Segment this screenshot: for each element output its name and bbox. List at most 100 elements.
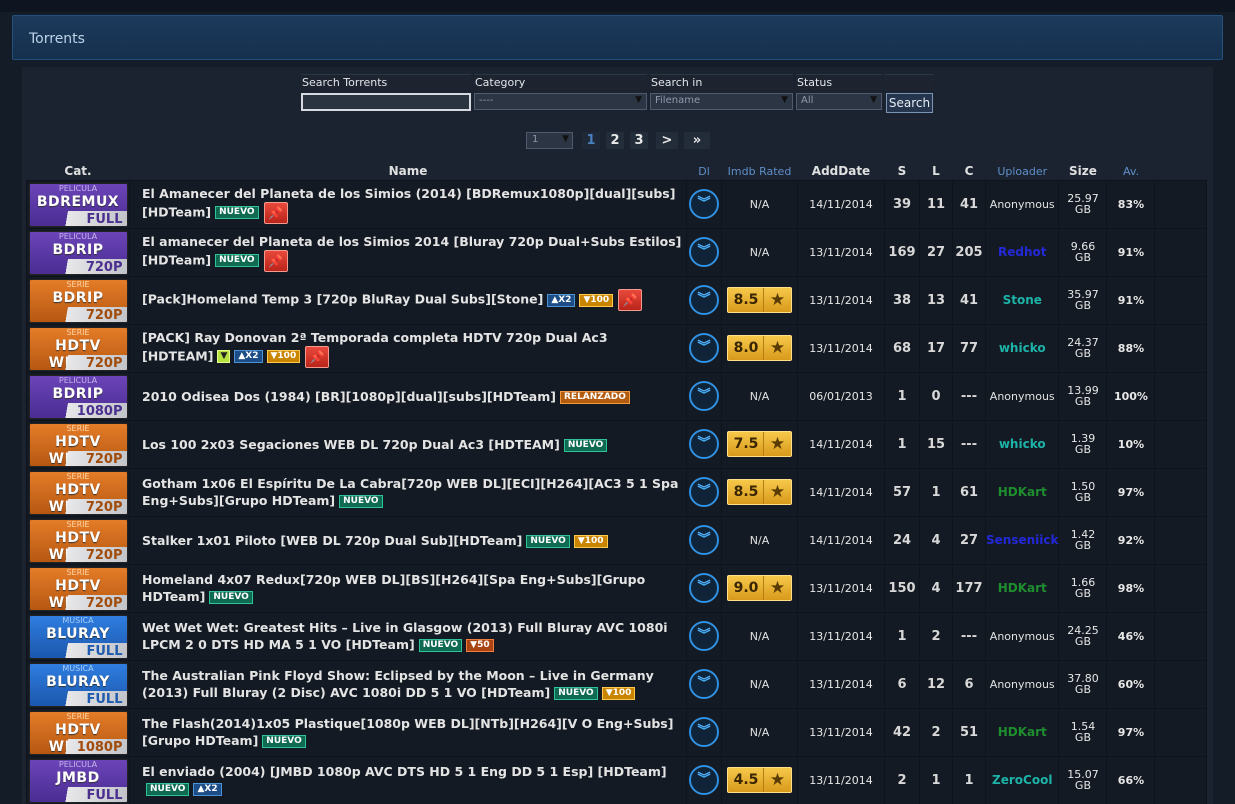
table-row: SERIEHDTV WEBDL720P [PACK] Ray Donovan 2ª…: [26, 323, 1208, 373]
torrent-name-link[interactable]: [Pack]Homeland Temp 3 [720p BluRay Dual …: [142, 292, 543, 307]
name-cell: Stalker 1x01 Piloto [WEB DL 720p Dual Su…: [129, 515, 687, 565]
size-unit: GB: [1074, 443, 1091, 456]
uploader-link[interactable]: HDKart: [998, 725, 1047, 739]
pushpin-icon[interactable]: 📌: [263, 201, 288, 224]
uploader-link[interactable]: Redhot: [998, 245, 1047, 259]
category-badge[interactable]: SERIEHDTV WEBDL720P: [28, 567, 128, 611]
col-dl[interactable]: Dl: [687, 160, 722, 180]
category-badge[interactable]: MUSICA BLURAY FULL: [28, 615, 128, 659]
category-badge[interactable]: SERIEHDTV WEBDL720P: [28, 423, 128, 467]
name-cell: El Amanecer del Planeta de los Simios (2…: [129, 179, 687, 229]
torrent-name-link[interactable]: El enviado (2004) [JMBD 1080p AVC DTS HD…: [142, 764, 667, 779]
date-cell: 13/11/2014: [797, 755, 885, 804]
pushpin-icon[interactable]: 📌: [618, 289, 643, 311]
col-name[interactable]: Name: [130, 160, 687, 180]
cat-cell: SERIEHDTV WEBDL720P: [26, 467, 130, 517]
category-badge[interactable]: PELICULA JMBD FULL: [28, 759, 128, 803]
page-link-current[interactable]: 1: [582, 132, 600, 149]
star-icon: ★: [763, 336, 791, 360]
col-uploader[interactable]: Uploader: [986, 160, 1059, 180]
col-c[interactable]: C: [953, 160, 986, 180]
torrent-name-link[interactable]: [PACK] Ray Donovan 2ª Temporada completa…: [142, 330, 608, 364]
category-badge[interactable]: SERIEHDTV WEBDL720P: [28, 327, 128, 371]
uploader-link[interactable]: whicko: [999, 341, 1046, 355]
col-av[interactable]: Av.: [1107, 160, 1155, 180]
page-link[interactable]: 3: [630, 132, 648, 149]
uploader-cell: Anonymous: [984, 659, 1060, 709]
searchin-select[interactable]: Filename ▼: [650, 93, 793, 110]
category-format: HDTV WEBDL: [49, 338, 107, 370]
download-icon[interactable]: ︾: [689, 765, 719, 795]
torrent-name-link[interactable]: Gotham 1x06 El Espíritu De La Cabra[720p…: [142, 476, 678, 508]
category-badge[interactable]: PELICULA BDREMUX FULL: [28, 183, 128, 227]
category-select[interactable]: ---- ▼: [474, 93, 647, 110]
extra-cell: [1154, 611, 1208, 661]
uploader-link[interactable]: whicko: [999, 437, 1046, 451]
download-icon[interactable]: ︾: [689, 429, 719, 459]
availability-cell: 46%: [1106, 611, 1156, 661]
imdb-cell: 4.5 ★: [721, 755, 798, 804]
uploader-link[interactable]: Anonymous: [990, 678, 1055, 691]
page-select[interactable]: 1 ▼: [526, 132, 573, 149]
uploader-link[interactable]: Anonymous: [990, 630, 1055, 643]
search-button[interactable]: Search: [886, 93, 933, 113]
col-date[interactable]: AddDate: [798, 160, 885, 180]
uploader-link[interactable]: Senseniick: [986, 533, 1058, 547]
imdb-cell: 8.5 ★: [721, 275, 798, 325]
page-next[interactable]: >: [656, 132, 678, 149]
torrent-name-link[interactable]: Wet Wet Wet: Greatest Hits – Live in Gla…: [142, 620, 668, 652]
category-badge[interactable]: SERIEHDTV WEBDL1080P: [28, 711, 128, 755]
leechers-cell: 1: [919, 467, 953, 517]
torrent-name-link[interactable]: Los 100 2x03 Segaciones WEB DL 720p Dual…: [142, 437, 560, 452]
col-cat[interactable]: Cat.: [27, 160, 130, 180]
download-icon[interactable]: ︾: [689, 333, 719, 363]
download-icon[interactable]: ︾: [689, 381, 719, 411]
category-badge[interactable]: SERIEHDTV WEBDL720P: [28, 519, 128, 563]
download-icon[interactable]: ︾: [689, 573, 719, 603]
name-cell: 2010 Odisea Dos (1984) [BR][1080p][dual]…: [129, 371, 687, 421]
category-badge[interactable]: PELICULA BDRIP 1080P: [28, 375, 128, 419]
size-cell: 24.25 GB: [1058, 611, 1108, 661]
download-icon[interactable]: ︾: [689, 285, 719, 315]
download-icon[interactable]: ︾: [689, 717, 719, 747]
torrent-name-link[interactable]: The Flash(2014)1x05 Plastique[1080p WEB …: [142, 716, 673, 748]
col-l[interactable]: L: [920, 160, 953, 180]
uploader-link[interactable]: HDKart: [998, 581, 1047, 595]
uploader-link[interactable]: Anonymous: [990, 198, 1055, 211]
uploader-link[interactable]: HDKart: [998, 485, 1047, 499]
pushpin-icon[interactable]: 📌: [305, 345, 330, 368]
uploader-link[interactable]: Stone: [1003, 293, 1042, 307]
category-badge[interactable]: PELICULA BDRIP 720P: [28, 231, 128, 275]
page-link[interactable]: 2: [606, 132, 624, 149]
torrent-name-link[interactable]: Stalker 1x01 Piloto [WEB DL 720p Dual Su…: [142, 533, 522, 548]
download-icon[interactable]: ︾: [689, 237, 719, 267]
extra-cell: [1154, 563, 1208, 613]
category-badge[interactable]: SERIEHDTV WEBDL720P: [28, 471, 128, 515]
relanz-badge: RELANZADO: [559, 390, 630, 404]
category-type: SERIE: [66, 328, 90, 337]
download-icon[interactable]: ︾: [689, 621, 719, 651]
page-last[interactable]: »: [684, 132, 710, 149]
search-input[interactable]: [301, 93, 471, 111]
seeders-cell: 57: [884, 467, 920, 517]
col-imdb[interactable]: Imdb Rated: [722, 160, 798, 180]
download-icon[interactable]: ︾: [689, 477, 719, 507]
download-icon[interactable]: ︾: [689, 525, 719, 555]
imdb-cell: N/A: [721, 659, 798, 709]
status-select[interactable]: All ▼: [796, 93, 882, 110]
category-badge[interactable]: SERIE BDRIP 720P: [28, 279, 128, 323]
extra-cell: [1154, 755, 1208, 804]
torrent-name-link[interactable]: 2010 Odisea Dos (1984) [BR][1080p][dual]…: [142, 389, 556, 404]
extra-cell: [1154, 707, 1208, 757]
download-icon[interactable]: ︾: [689, 189, 719, 219]
col-s[interactable]: S: [885, 160, 920, 180]
download-icon[interactable]: ︾: [689, 669, 719, 699]
category-badge[interactable]: MUSICA BLURAY FULL: [28, 663, 128, 707]
uploader-link[interactable]: ZeroCool: [992, 773, 1052, 787]
pushpin-icon[interactable]: 📌: [263, 249, 288, 272]
uploader-link[interactable]: Anonymous: [990, 390, 1055, 403]
star-icon: ★: [763, 288, 791, 312]
col-size[interactable]: Size: [1059, 160, 1107, 180]
date-cell: 13/11/2014: [797, 275, 885, 325]
date-cell: 14/11/2014: [797, 515, 885, 565]
